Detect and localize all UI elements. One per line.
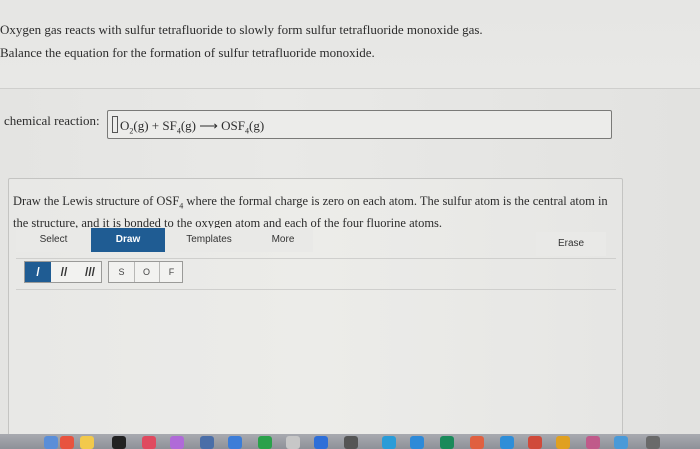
app-icon[interactable]: [228, 436, 242, 449]
app-icon[interactable]: [112, 436, 126, 449]
question-line-2: Balance the equation for the formation o…: [0, 45, 375, 60]
app-icon[interactable]: [44, 436, 58, 449]
tab-more[interactable]: More: [253, 228, 313, 252]
app-icon[interactable]: [60, 436, 74, 449]
app-icon[interactable]: [614, 436, 628, 449]
tab-templates[interactable]: Templates: [165, 228, 253, 252]
tab-draw[interactable]: Draw: [91, 228, 165, 252]
question-header: Oxygen gas reacts with sulfur tetrafluor…: [0, 0, 700, 89]
app-icon[interactable]: [200, 436, 214, 449]
atom-f-button[interactable]: F: [159, 262, 184, 282]
app-icon[interactable]: [286, 436, 300, 449]
reaction-input[interactable]: O2(g) + SF4(g) ⟶ OSF4(g): [107, 110, 612, 139]
atom-tools: S O F: [108, 261, 183, 283]
single-bond-button[interactable]: /: [25, 262, 51, 282]
app-icon[interactable]: [314, 436, 328, 449]
text-cursor: [112, 116, 118, 133]
app-icon[interactable]: [344, 436, 358, 449]
reaction-equation: O2(g) + SF4(g) ⟶ OSF4(g): [112, 116, 264, 136]
double-bond-button[interactable]: //: [51, 262, 77, 282]
app-icon[interactable]: [646, 436, 660, 449]
app-icon[interactable]: [410, 436, 424, 449]
reaction-label: chemical reaction:: [4, 113, 100, 128]
page: Oxygen gas reacts with sulfur tetrafluor…: [0, 0, 700, 440]
drawing-toolbar: Select Draw Templates More Erase: [16, 228, 616, 256]
reaction-arrow-icon: ⟶: [199, 118, 218, 133]
triple-bond-button[interactable]: ///: [77, 262, 103, 282]
bond-tools: / // ///: [24, 261, 102, 283]
question-line-1: Oxygen gas reacts with sulfur tetrafluor…: [0, 22, 483, 37]
app-icon[interactable]: [440, 436, 454, 449]
app-icon[interactable]: [500, 436, 514, 449]
lewis-prompt: Draw the Lewis structure of OSF4 where t…: [13, 194, 608, 230]
app-icon[interactable]: [586, 436, 600, 449]
lewis-structure-panel: Draw the Lewis structure of OSF4 where t…: [8, 178, 623, 440]
os-dock: [0, 434, 700, 449]
app-icon[interactable]: [470, 436, 484, 449]
drawing-canvas[interactable]: [16, 289, 616, 437]
atom-s-button[interactable]: S: [109, 262, 135, 282]
app-icon[interactable]: [382, 436, 396, 449]
app-icon[interactable]: [80, 436, 94, 449]
erase-button[interactable]: Erase: [536, 232, 606, 256]
app-icon[interactable]: [170, 436, 184, 449]
app-icon[interactable]: [142, 436, 156, 449]
app-icon[interactable]: [258, 436, 272, 449]
app-icon[interactable]: [528, 436, 542, 449]
atom-o-button[interactable]: O: [134, 262, 160, 282]
app-icon[interactable]: [556, 436, 570, 449]
tab-select[interactable]: Select: [16, 228, 91, 252]
tools-row: / // /// S O F: [16, 258, 616, 290]
